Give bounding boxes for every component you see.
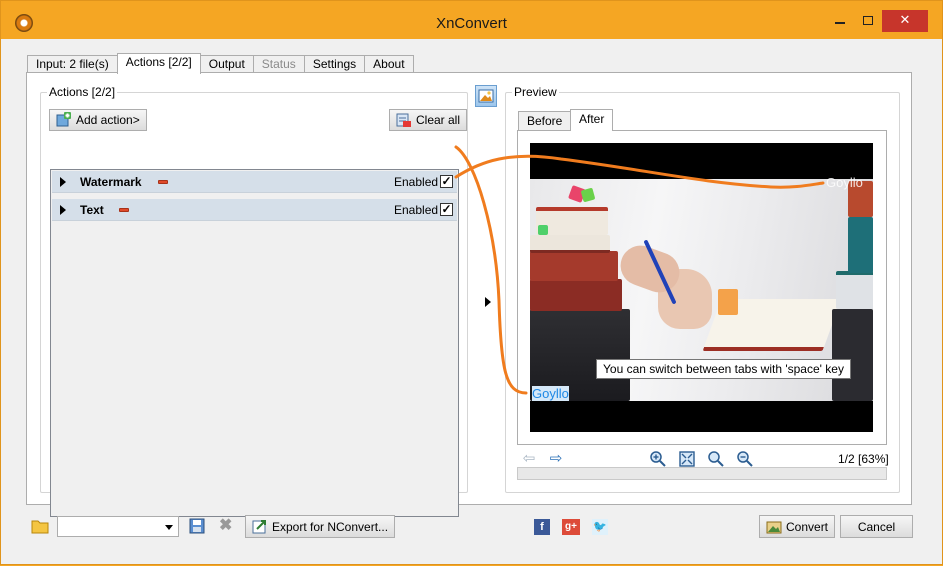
enabled-checkbox[interactable]: ✓ [440, 175, 453, 188]
sticky-note-shape [538, 225, 548, 235]
main-tabs: Input: 2 file(s) Actions [2/2] Output St… [27, 53, 414, 74]
enabled-label: Enabled [394, 175, 439, 189]
tooltip: You can switch between tabs with 'space'… [596, 359, 851, 379]
preview-frame: Goyllo Goyllo You can switch between tab… [517, 130, 887, 445]
remove-action-icon[interactable] [119, 208, 129, 212]
image-preview-icon [478, 89, 494, 103]
convert-icon [766, 519, 782, 535]
action-name: Text [80, 203, 104, 217]
book-shape [848, 217, 873, 273]
preview-scrollbar[interactable] [517, 467, 887, 480]
tab-actions[interactable]: Actions [2/2] [116, 53, 201, 74]
google-plus-icon[interactable]: g+ [562, 519, 580, 535]
enabled-label: Enabled [394, 203, 439, 217]
convert-button[interactable]: Convert [759, 515, 836, 538]
enabled-checkbox[interactable]: ✓ [440, 203, 453, 216]
add-action-button[interactable]: Add action> [49, 109, 147, 131]
book-shape [832, 309, 873, 401]
preset-combobox[interactable] [57, 516, 179, 537]
chevron-down-icon [165, 525, 173, 530]
book-shape [530, 279, 622, 311]
action-row-text[interactable]: Text Enabled ✓ [52, 199, 457, 221]
save-preset-icon[interactable] [189, 518, 205, 537]
add-action-label: Add action> [76, 113, 140, 127]
next-image-button[interactable]: ⇨ [547, 450, 565, 468]
minimize-button[interactable] [826, 10, 854, 32]
actions-tab-panel: Actions [2/2] Add action> Clear all Wate… [26, 72, 912, 517]
book-shape [530, 251, 618, 281]
watermark-bottom-left: Goyllo [532, 386, 569, 401]
facebook-icon[interactable]: f [534, 519, 550, 535]
convert-label: Convert [786, 519, 829, 534]
export-icon [252, 519, 268, 535]
window-title: XnConvert [436, 15, 507, 32]
preview-group-label: Preview [512, 85, 559, 99]
expand-arrow-icon[interactable] [60, 177, 66, 187]
close-icon: ✕ [899, 12, 911, 27]
cancel-label: Cancel [857, 519, 896, 534]
action-row-watermark[interactable]: Watermark Enabled ✓ [52, 171, 457, 193]
previous-image-button[interactable]: ⇦ [520, 450, 538, 468]
maximize-icon [863, 16, 873, 25]
tab-after[interactable]: After [570, 109, 614, 131]
book-shape [530, 235, 610, 253]
zoom-out-icon[interactable] [736, 450, 754, 468]
cancel-button[interactable]: Cancel [840, 515, 913, 538]
remove-action-icon[interactable] [158, 180, 168, 184]
client-area: Input: 2 file(s) Actions [2/2] Output St… [9, 39, 935, 559]
open-folder-icon[interactable] [31, 518, 49, 537]
fit-to-window-icon[interactable] [678, 450, 696, 468]
actions-list[interactable]: Watermark Enabled ✓ Text Enabled ✓ [50, 169, 459, 517]
title-bar[interactable]: XnConvert ✕ [1, 1, 942, 39]
export-label: Export for NConvert... [272, 519, 389, 534]
add-action-icon [56, 112, 72, 128]
sticky-note-shape [580, 187, 596, 203]
maximize-button[interactable] [854, 10, 882, 32]
clear-all-icon [396, 112, 412, 128]
toggle-preview-button[interactable] [475, 85, 497, 107]
preview-image[interactable]: Goyllo Goyllo You can switch between tab… [530, 143, 873, 432]
book-shape [836, 271, 873, 309]
sticky-note-shape [718, 289, 738, 315]
close-window-button[interactable]: ✕ [882, 10, 928, 32]
zoom-actual-icon[interactable] [707, 450, 725, 468]
delete-preset-icon[interactable]: ✖ [219, 518, 232, 534]
export-nconvert-button[interactable]: Export for NConvert... [245, 515, 396, 538]
zoom-in-icon[interactable] [649, 450, 667, 468]
clear-all-button[interactable]: Clear all [389, 109, 468, 131]
watermark-top-right: Goyllo [826, 175, 863, 190]
page-info: 1/2 [63%] [838, 452, 889, 466]
clear-all-label: Clear all [416, 113, 461, 127]
expand-arrow-icon[interactable] [60, 205, 66, 215]
collapse-panel-arrow-icon[interactable] [485, 297, 491, 307]
actions-group-label: Actions [2/2] [47, 85, 118, 99]
minimize-icon [835, 22, 845, 24]
action-name: Watermark [80, 175, 142, 189]
tab-before[interactable]: Before [518, 111, 572, 131]
twitter-icon[interactable]: 🐦 [592, 519, 608, 535]
app-window: XnConvert ✕ Input: 2 file(s) Actions [2/… [0, 0, 943, 565]
